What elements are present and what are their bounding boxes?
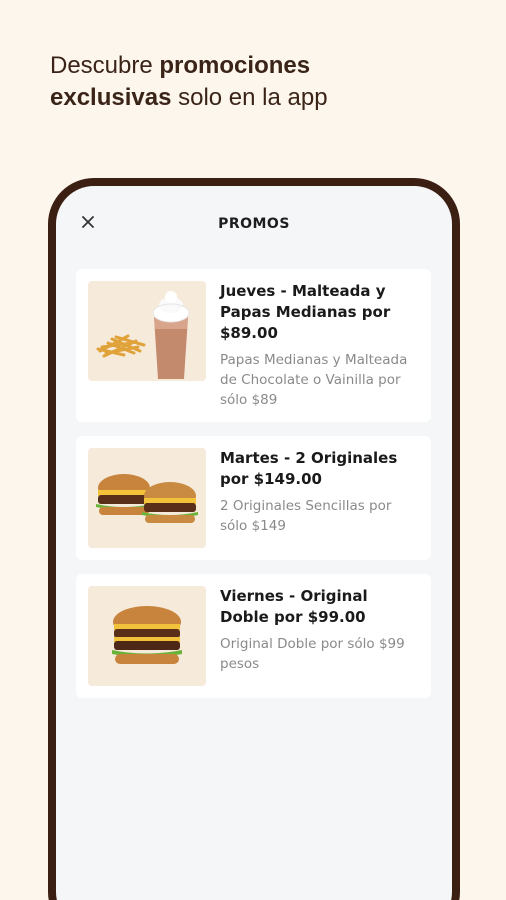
promo-info: Martes - 2 Originales por $149.00 2 Orig… bbox=[206, 448, 419, 548]
promo-title: Martes - 2 Originales por $149.00 bbox=[220, 449, 398, 488]
headline-text-2: solo en la app bbox=[171, 84, 328, 111]
headline-bold-1: promociones bbox=[159, 52, 311, 79]
promo-card-thursday[interactable]: Jueves - Malteada y Papas Medianas por $… bbox=[76, 269, 431, 422]
promo-info: Viernes - Original Doble por $99.00 Orig… bbox=[206, 586, 419, 686]
headline-text-1: Descubre bbox=[50, 52, 160, 79]
promo-card-tuesday[interactable]: Martes - 2 Originales por $149.00 2 Orig… bbox=[76, 436, 431, 560]
top-bar: PROMOS bbox=[56, 186, 452, 256]
double-burger-image bbox=[88, 586, 206, 686]
promo-title: Jueves - Malteada y Papas Medianas por $… bbox=[220, 282, 391, 342]
promo-title: Viernes - Original Doble por $99.00 bbox=[220, 587, 368, 626]
two-burgers-image bbox=[88, 448, 206, 548]
promo-list: Jueves - Malteada y Papas Medianas por $… bbox=[76, 269, 431, 712]
promo-card-friday[interactable]: Viernes - Original Doble por $99.00 Orig… bbox=[76, 574, 431, 698]
fries-and-shake-image bbox=[88, 281, 206, 381]
promo-info: Jueves - Malteada y Papas Medianas por $… bbox=[206, 281, 419, 410]
promo-description: Original Doble por sólo $99 pesos bbox=[220, 636, 405, 672]
headline-bold-2: exclusivas bbox=[50, 84, 172, 111]
promo-description: 2 Originales Sencillas por sólo $149 bbox=[220, 498, 392, 534]
phone-frame: PROMOS Jueves - Malteada y Papas Mediana… bbox=[48, 178, 460, 900]
phone-screen: PROMOS Jueves - Malteada y Papas Mediana… bbox=[56, 186, 452, 900]
page-title: PROMOS bbox=[218, 216, 290, 232]
headline: Descubre promociones exclusivas solo en … bbox=[50, 50, 470, 114]
promo-description: Papas Medianas y Malteada de Chocolate o… bbox=[220, 352, 408, 408]
